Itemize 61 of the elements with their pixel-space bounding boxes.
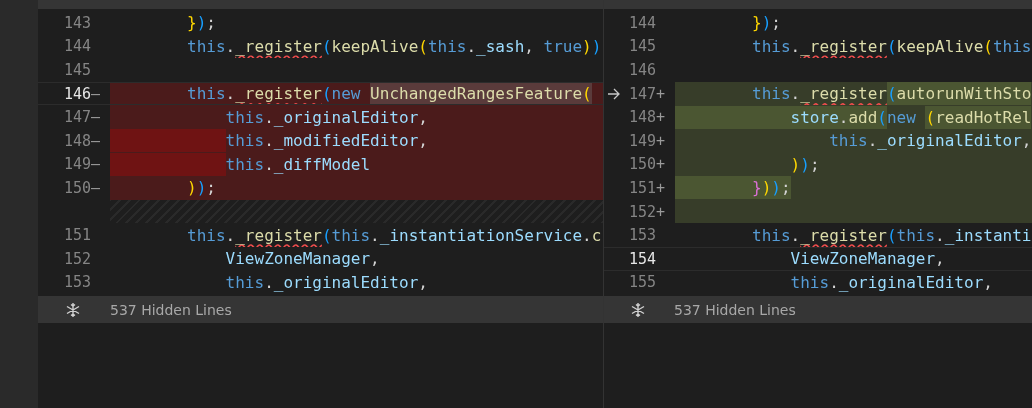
line-number: 152 (628, 202, 656, 221)
line-number: 149 (628, 131, 656, 150)
line-number: 151 (628, 178, 656, 197)
revert-arrow-icon[interactable] (607, 87, 621, 100)
code-line: )); (789, 153, 820, 176)
hidden-lines-label: 537 Hidden Lines (674, 301, 796, 318)
line-number: 146 (628, 61, 656, 79)
code-line: }); (186, 12, 216, 35)
code-line: this._register(this._instantiationService.c (186, 224, 602, 247)
code-line: this._register(keepAlive(this (751, 35, 1032, 58)
diff-sign: + (656, 202, 666, 221)
hidden-lines-bar[interactable]: 537 Hidden Lines (38, 296, 603, 324)
line-number: 154 (628, 249, 656, 268)
hidden-lines-label: 537 Hidden Lines (110, 301, 232, 318)
line-number: 150 (63, 178, 91, 197)
code-line: store.add(new (readHotRel (675, 105, 1032, 129)
line-number: 145 (63, 61, 91, 79)
diff-sign: + (656, 108, 666, 127)
code-line: this._register(new UnchangedRangesFeature( (186, 82, 592, 105)
code-line: )); (186, 177, 216, 200)
line-number: 143 (63, 13, 91, 32)
code-line: this._register(this._instanti (751, 224, 1032, 247)
line-number: 144 (628, 13, 656, 32)
line-number: 151 (63, 226, 91, 245)
diff-sign: — (91, 131, 101, 150)
line-number: 148 (63, 131, 91, 150)
diff-sign: — (91, 178, 101, 197)
line-number: 147 (63, 108, 91, 127)
line-number: 153 (628, 226, 656, 245)
code-line: this._originalEditor, (789, 271, 993, 294)
code-line: this._register(keepAlive(this._sash, true)) (186, 35, 602, 58)
code-line: this._register(autorunWithSto (751, 82, 1032, 106)
code-line: this._originalEditor, (224, 106, 428, 129)
code-line: ViewZoneManager, (789, 248, 945, 270)
diff-sign: + (656, 178, 666, 197)
code-line: this._originalEditor, (828, 130, 1032, 153)
unfold-icon[interactable] (630, 301, 646, 318)
diff-sign: — (91, 84, 101, 103)
code-line: }); (751, 12, 781, 35)
line-number: 145 (628, 37, 656, 56)
line-number: 147 (628, 84, 656, 103)
line-number: 152 (63, 249, 91, 268)
line-number: 146 (63, 84, 91, 103)
line-number: 155 (628, 273, 656, 292)
line-number: 148 (628, 108, 656, 127)
diff-sign: — (91, 155, 101, 174)
unfold-icon[interactable] (65, 301, 81, 318)
line-number: 150 (628, 155, 656, 174)
line-number: 149 (63, 155, 91, 174)
code-line: this._originalEditor, (224, 271, 428, 294)
code-line: this._diffModel (110, 152, 371, 176)
diff-sign: + (656, 131, 666, 150)
hidden-lines-bar[interactable]: 537 Hidden Lines (604, 296, 1032, 324)
code-line: this._modifiedEditor, (110, 129, 428, 153)
code-line: })); (675, 176, 791, 200)
diff-sign: + (656, 155, 666, 174)
diff-sign: + (656, 84, 666, 103)
line-number: 153 (63, 273, 91, 292)
line-number: 144 (63, 37, 91, 56)
code-line: ViewZoneManager, (224, 248, 380, 271)
diff-sign: — (91, 108, 101, 127)
